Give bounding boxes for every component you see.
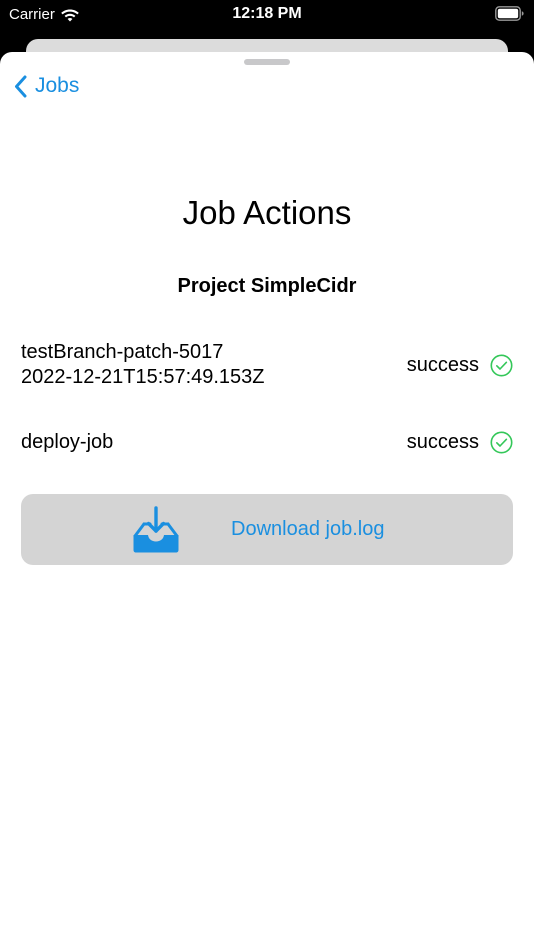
download-log-label: Download job.log [231, 518, 385, 540]
project-name: Project SimpleCidr [177, 275, 357, 297]
job-row: testBranch-patch-5017 2022-12-21T15:57:4… [21, 340, 513, 390]
check-circle-icon [490, 354, 513, 376]
page-title: Job Actions [182, 194, 352, 231]
status-time: 12:18 PM [232, 5, 302, 22]
chevron-left-icon [15, 75, 27, 97]
job-status-label: success [406, 431, 479, 453]
job-name-line: deploy-job [21, 431, 114, 453]
job-status-label: success [406, 353, 479, 376]
check-circle-icon [490, 431, 513, 454]
job-status: success [407, 354, 513, 377]
job-row: deploy-job success [21, 430, 513, 455]
back-button-label: Jobs [35, 74, 80, 97]
battery-icon [495, 6, 524, 21]
job-timestamp: 2022-12-21T15:57:49.153Z [21, 366, 265, 388]
status-battery [495, 6, 525, 27]
job-status: success [407, 431, 513, 454]
download-log-button[interactable]: Download job.log [21, 494, 513, 565]
tray-download-icon [133, 506, 179, 553]
job-name-line: testBranch-patch-5017 [21, 341, 224, 363]
job-name: deploy-job [21, 430, 113, 455]
sheet-grabber[interactable] [244, 59, 290, 65]
back-button[interactable]: Jobs [14, 74, 79, 98]
status-bar: Carrier 12:18 PM [0, 0, 534, 30]
job-name: testBranch-patch-5017 2022-12-21T15:57:4… [21, 340, 265, 390]
job-actions-sheet: Jobs Job Actions Project SimpleCidr test… [0, 52, 534, 950]
